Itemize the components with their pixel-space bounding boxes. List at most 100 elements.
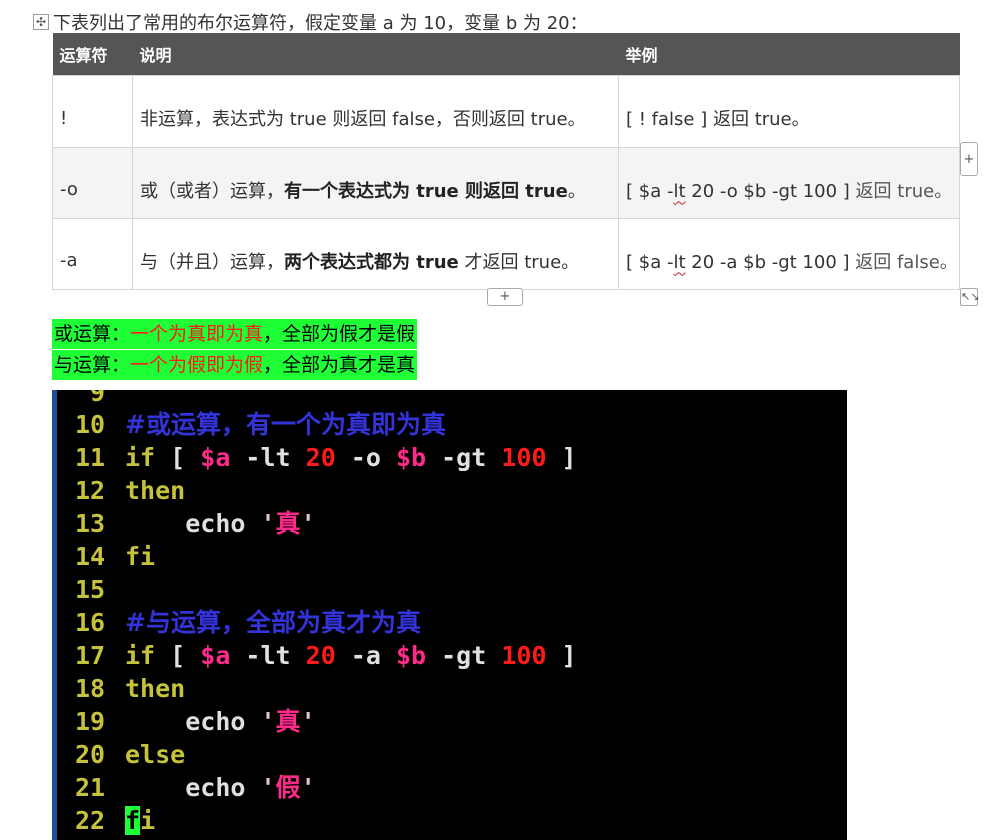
- table-header-row: 运算符 说明 举例: [52, 33, 960, 75]
- code-line: 19 echo '真': [75, 705, 316, 738]
- intro-text: 下表列出了常用的布尔运算符，假定变量 a 为 10，变量 b 为 20：: [53, 13, 588, 34]
- code-number: 20: [305, 443, 336, 472]
- code-line: 22 fi: [75, 804, 155, 837]
- table-row: -a 与（并且）运算，两个表达式都为 true 才返回 true。 [ $a -…: [52, 217, 960, 290]
- table-row: ! 非运算，表达式为 true 则返回 false，否则返回 true。 [ !…: [52, 74, 960, 148]
- description-not: 非运算，表达式为 true 则返回 false，否则返回 true。: [140, 109, 586, 130]
- code-string: 真: [275, 509, 301, 538]
- line-number: 22: [75, 806, 106, 835]
- code-line: 10 #或运算，有一个为真即为真: [75, 408, 446, 441]
- description-or-bold: 有一个表达式为 true 则返回 true: [284, 180, 568, 202]
- example-and: [ $a -lt 20 -a $b -gt 100 ] 返回 false。: [626, 252, 958, 273]
- code-text: [: [155, 443, 201, 472]
- code-line: 21 echo '假': [75, 771, 316, 804]
- spellcheck-word: lt: [673, 180, 686, 202]
- code-line: 9: [75, 390, 105, 409]
- line-number: 11: [75, 443, 106, 472]
- code-keyword: if: [125, 641, 156, 670]
- operator-or: -o: [60, 179, 78, 200]
- table-row: -o 或（或者）运算，有一个表达式为 true 则返回 true。 [ $a -…: [52, 146, 960, 219]
- code-keyword: fi: [125, 542, 156, 571]
- add-column-button[interactable]: +: [960, 142, 978, 176]
- cell-description[interactable]: 或（或者）运算，有一个表达式为 true 则返回 true。: [132, 146, 619, 219]
- description-or-part1: 或（或者）运算，: [140, 180, 284, 202]
- or-note-label: 或运算：: [54, 323, 131, 345]
- line-number: 20: [75, 740, 106, 769]
- cell-description[interactable]: 与（并且）运算，两个表达式都为 true 才返回 true。: [132, 217, 619, 290]
- code-text: -a: [335, 641, 396, 670]
- header-operator: 运算符: [52, 33, 133, 75]
- line-number: 17: [75, 641, 106, 670]
- code-line: 20 else: [75, 738, 185, 771]
- code-line: 14 fi: [75, 540, 155, 573]
- cell-example[interactable]: [ ! false ] 返回 true。: [618, 74, 960, 148]
- code-text: ]: [546, 443, 577, 472]
- code-keyword: i: [140, 806, 156, 835]
- code-number: 20: [305, 641, 336, 670]
- code-line: 18 then: [75, 672, 185, 705]
- code-text: -o: [335, 443, 396, 472]
- example-or-part1: [ $a -: [626, 180, 674, 202]
- description-or: 或（或者）运算，有一个表达式为 true 则返回 true。: [140, 181, 586, 202]
- example-and-part1: [ $a -: [626, 251, 674, 273]
- description-and-bold: 两个表达式都为 true: [284, 251, 459, 273]
- add-row-button[interactable]: +: [487, 288, 523, 306]
- table-resize-handle[interactable]: ↖↘: [960, 288, 980, 306]
- code-text: ]: [546, 641, 577, 670]
- description-or-part3: 。: [567, 180, 586, 202]
- or-note: 或运算：一个为真即为真，全部为假才是假: [52, 319, 418, 349]
- example-or-result: 返回 true。: [849, 180, 953, 202]
- plus-icon: +: [499, 289, 511, 304]
- plus-icon: +: [963, 152, 975, 167]
- table-move-handle[interactable]: ✣: [33, 14, 49, 30]
- cell-operator[interactable]: !: [52, 74, 133, 148]
- code-text: -gt: [426, 443, 502, 472]
- and-note-label: 与运算：: [54, 354, 131, 376]
- code-variable: $b: [395, 641, 427, 670]
- header-description: 说明: [132, 33, 619, 75]
- code-variable: $a: [200, 443, 231, 472]
- code-line: 15: [75, 573, 125, 606]
- or-note-red: 一个为真即为真: [130, 323, 264, 345]
- code-command: echo: [185, 773, 246, 802]
- code-quote: ': [300, 509, 316, 538]
- cell-operator[interactable]: -o: [52, 146, 133, 219]
- cell-operator[interactable]: -a: [52, 217, 133, 290]
- code-number: 100: [501, 641, 547, 670]
- line-number: 10: [75, 410, 106, 439]
- code-keyword: then: [125, 674, 186, 703]
- example-and-part3: 20 -a $b -gt 100 ]: [685, 251, 850, 273]
- cell-description[interactable]: 非运算，表达式为 true 则返回 false，否则返回 true。: [132, 74, 619, 148]
- and-note-rest: ，全部为真才是真: [263, 354, 416, 376]
- code-command: echo: [185, 509, 246, 538]
- code-line: 13 echo '真': [75, 507, 316, 540]
- code-string: 假: [275, 773, 301, 802]
- code-keyword: else: [125, 740, 186, 769]
- example-not: [ ! false ] 返回 true。: [626, 109, 810, 130]
- code-text: -lt: [230, 641, 306, 670]
- operator-and: -a: [60, 250, 78, 271]
- code-comment: #或运算，有一个为真即为真: [125, 410, 446, 439]
- code-quote: ': [245, 707, 276, 736]
- code-quote: ': [245, 509, 276, 538]
- code-line: 16 #与运算，全部为真才为真: [75, 606, 421, 639]
- and-note: 与运算：一个为假即为假，全部为真才是真: [52, 350, 418, 380]
- code-variable: $a: [200, 641, 231, 670]
- code-text: -gt: [426, 641, 502, 670]
- line-number: 18: [75, 674, 106, 703]
- code-line: 12 then: [75, 474, 185, 507]
- code-screenshot: 9 10 #或运算，有一个为真即为真 11 if [ $a -lt 20 -o $b…: [52, 390, 847, 840]
- example-or: [ $a -lt 20 -o $b -gt 100 ] 返回 true。: [626, 181, 952, 202]
- cell-example[interactable]: [ $a -lt 20 -o $b -gt 100 ] 返回 true。: [618, 146, 960, 219]
- cell-example[interactable]: [ $a -lt 20 -a $b -gt 100 ] 返回 false。: [618, 217, 960, 290]
- resize-icon: ↖↘: [961, 290, 980, 303]
- description-and-part3: 才返回 true。: [458, 251, 580, 273]
- example-or-part3: 20 -o $b -gt 100 ]: [685, 180, 850, 202]
- code-quote: ': [300, 707, 316, 736]
- code-variable: $b: [395, 443, 427, 472]
- move-icon: ✣: [35, 15, 47, 29]
- code-comment: #与运算，全部为真才为真: [125, 608, 421, 637]
- operator-not: !: [60, 107, 68, 129]
- code-keyword: if: [125, 443, 156, 472]
